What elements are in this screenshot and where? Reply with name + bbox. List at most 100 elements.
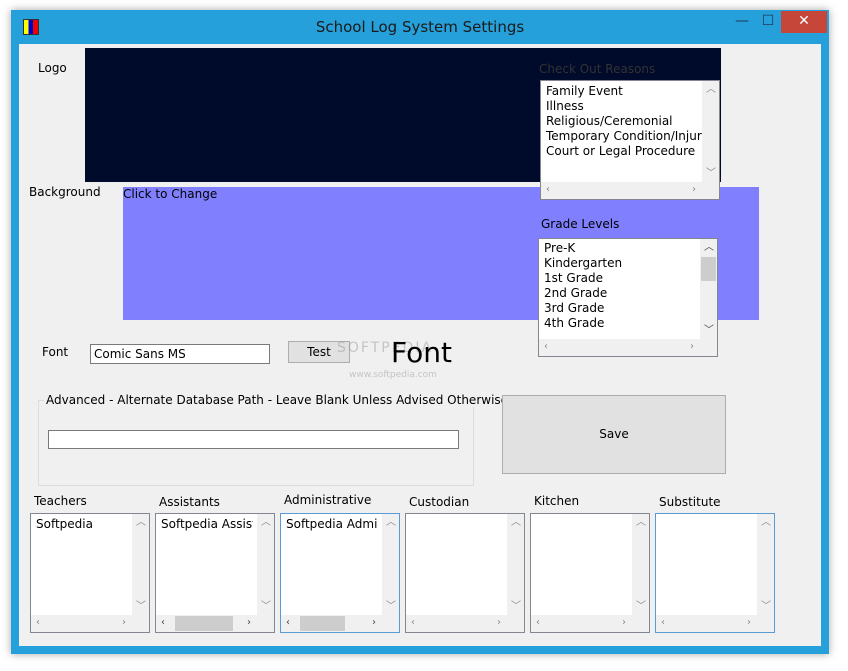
- horizontal-scrollbar[interactable]: ‹ ›: [281, 615, 382, 632]
- scroll-down-icon[interactable]: ﹀: [706, 168, 716, 180]
- scroll-left-icon[interactable]: ‹: [411, 617, 415, 629]
- horizontal-scrollbar[interactable]: ‹ ›: [406, 615, 507, 632]
- grade-levels-list[interactable]: Pre-K Kindergarten 1st Grade 2nd Grade 3rd G…: [538, 238, 718, 357]
- logo-label: Logo: [38, 61, 67, 75]
- horizontal-scrollbar[interactable]: ‹ ›: [539, 339, 700, 356]
- grade-level-item[interactable]: 4th Grade: [544, 316, 622, 331]
- scroll-right-icon[interactable]: ›: [247, 617, 251, 629]
- scroll-up-icon[interactable]: ︿: [704, 242, 714, 254]
- horizontal-scrollbar[interactable]: ‹ ›: [656, 615, 757, 632]
- grade-level-item[interactable]: 1st Grade: [544, 271, 622, 286]
- close-button[interactable]: ✕: [781, 11, 827, 33]
- scroll-up-icon[interactable]: ︿: [706, 84, 716, 96]
- vertical-scrollbar[interactable]: ︿ ﹀: [382, 514, 399, 615]
- scroll-up-icon[interactable]: ︿: [511, 517, 521, 529]
- staff-list-administrative[interactable]: Softpedia Administrative︿﹀‹›: [280, 513, 400, 633]
- vertical-scrollbar[interactable]: ︿ ﹀: [702, 81, 719, 182]
- scroll-right-icon[interactable]: ›: [372, 617, 376, 629]
- vertical-scrollbar[interactable]: ︿ ﹀: [632, 514, 649, 615]
- window-title: School Log System Settings: [315, 18, 525, 36]
- staff-list-item[interactable]: Softpedia Assistant: [161, 517, 253, 532]
- staff-list-label: Kitchen: [534, 494, 580, 508]
- scroll-right-icon[interactable]: ›: [622, 617, 626, 629]
- scroll-down-icon[interactable]: ﹀: [704, 325, 714, 337]
- scroll-corner: [507, 615, 524, 632]
- vertical-scrollbar[interactable]: ︿ ﹀: [700, 239, 717, 339]
- staff-list-teachers[interactable]: Softpedia ︿ ﹀ ‹ ›: [30, 513, 150, 633]
- check-out-reasons-list[interactable]: Family Event Illness Religious/Ceremonial T…: [540, 80, 720, 200]
- background-label: Background: [29, 185, 101, 199]
- maximize-button[interactable]: ☐: [755, 11, 781, 33]
- scroll-down-icon[interactable]: ﹀: [511, 601, 521, 613]
- horizontal-scrollbar[interactable]: ‹ ›: [531, 615, 632, 632]
- scroll-left-icon[interactable]: ‹: [544, 341, 548, 353]
- horizontal-scrollbar[interactable]: ‹ ›: [31, 615, 132, 632]
- vertical-scrollbar[interactable]: ︿ ﹀: [757, 514, 774, 615]
- scroll-corner: [257, 615, 274, 632]
- scroll-up-icon[interactable]: ︿: [636, 517, 646, 529]
- scroll-right-icon[interactable]: ›: [690, 341, 694, 353]
- scroll-corner: [757, 615, 774, 632]
- scroll-thumb[interactable]: [701, 257, 716, 281]
- check-out-reason-item[interactable]: Temporary Condition/Injury: [546, 129, 709, 144]
- vertical-scrollbar[interactable]: ︿ ﹀: [507, 514, 524, 615]
- staff-list-item[interactable]: Softpedia: [36, 517, 128, 532]
- scroll-corner: [702, 182, 719, 199]
- staff-list-label: Substitute: [659, 495, 721, 509]
- vertical-scrollbar[interactable]: ︿ ﹀: [132, 514, 149, 615]
- check-out-reason-item[interactable]: Court or Legal Procedure: [546, 144, 709, 159]
- staff-list-label: Assistants: [159, 495, 220, 509]
- scroll-thumb[interactable]: [175, 616, 233, 631]
- scroll-right-icon[interactable]: ›: [747, 617, 751, 629]
- scroll-down-icon[interactable]: ﹀: [636, 601, 646, 613]
- scroll-corner: [132, 615, 149, 632]
- check-out-reason-item[interactable]: Family Event: [546, 84, 709, 99]
- scroll-left-icon[interactable]: ‹: [36, 617, 40, 629]
- scroll-right-icon[interactable]: ›: [497, 617, 501, 629]
- scroll-left-icon[interactable]: ‹: [661, 617, 665, 629]
- scroll-corner: [632, 615, 649, 632]
- scroll-right-icon[interactable]: ›: [692, 184, 696, 196]
- scroll-up-icon[interactable]: ︿: [761, 517, 771, 529]
- scroll-thumb[interactable]: [300, 616, 345, 631]
- minimize-button[interactable]: —: [729, 11, 755, 33]
- database-path-field[interactable]: [48, 430, 459, 449]
- staff-list-custodian[interactable]: ︿ ﹀ ‹ ›: [405, 513, 525, 633]
- staff-list-substitute[interactable]: ︿ ﹀ ‹ ›: [655, 513, 775, 633]
- font-name-field[interactable]: Comic Sans MS: [90, 344, 270, 364]
- settings-form: Logo Background Click to Change Check Ou…: [19, 44, 821, 646]
- scroll-up-icon[interactable]: ︿: [136, 517, 146, 529]
- scroll-down-icon[interactable]: ﹀: [136, 601, 146, 613]
- scroll-down-icon[interactable]: ﹀: [761, 601, 771, 613]
- staff-list-item[interactable]: Softpedia Administrative: [286, 517, 378, 532]
- check-out-reason-item[interactable]: Illness: [546, 99, 709, 114]
- staff-list-kitchen[interactable]: ︿ ﹀ ‹ ›: [530, 513, 650, 633]
- grade-level-item[interactable]: 2nd Grade: [544, 286, 622, 301]
- advanced-group-label: Advanced - Alternate Database Path - Lea…: [44, 393, 511, 407]
- save-button[interactable]: Save: [502, 395, 726, 474]
- title-bar[interactable]: School Log System Settings — ☐ ✕: [11, 10, 829, 44]
- grade-level-item[interactable]: 3rd Grade: [544, 301, 622, 316]
- scroll-down-icon[interactable]: ﹀: [261, 601, 271, 613]
- scroll-up-icon[interactable]: ︿: [261, 517, 271, 529]
- click-to-change-label[interactable]: Click to Change: [123, 187, 217, 201]
- check-out-reasons-label: Check Out Reasons: [539, 62, 656, 76]
- grade-level-item[interactable]: Pre-K: [544, 241, 622, 256]
- vertical-scrollbar[interactable]: ︿ ﹀: [257, 514, 274, 615]
- grade-levels-label: Grade Levels: [541, 217, 620, 231]
- scroll-right-icon[interactable]: ›: [122, 617, 126, 629]
- scroll-left-icon[interactable]: ‹: [286, 617, 290, 629]
- font-label: Font: [42, 345, 69, 359]
- scroll-left-icon[interactable]: ‹: [536, 617, 540, 629]
- check-out-reason-item[interactable]: Religious/Ceremonial: [546, 114, 709, 129]
- horizontal-scrollbar[interactable]: ‹ ›: [541, 182, 702, 199]
- grade-level-item[interactable]: Kindergarten: [544, 256, 622, 271]
- horizontal-scrollbar[interactable]: ‹ ›: [156, 615, 257, 632]
- scroll-down-icon[interactable]: ﹀: [386, 601, 396, 613]
- scroll-left-icon[interactable]: ‹: [546, 184, 550, 196]
- staff-list-assistants[interactable]: Softpedia Assistant︿﹀‹›: [155, 513, 275, 633]
- scroll-corner: [700, 339, 717, 356]
- scroll-left-icon[interactable]: ‹: [161, 617, 165, 629]
- scroll-up-icon[interactable]: ︿: [386, 517, 396, 529]
- staff-list-label: Custodian: [409, 495, 470, 509]
